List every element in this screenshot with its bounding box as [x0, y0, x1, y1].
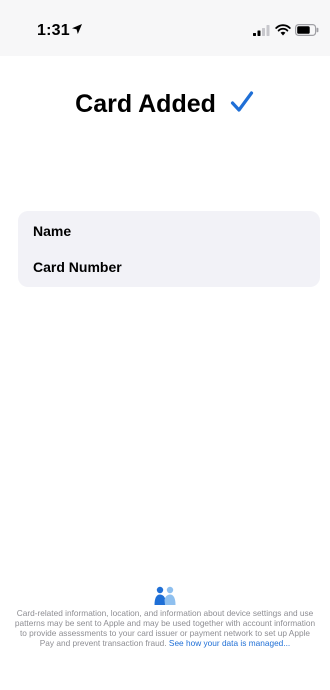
privacy-disclosure: Card-related information, location, and …: [14, 608, 316, 648]
privacy-handshake-icon: [154, 586, 176, 605]
card-name-label: Name: [33, 223, 72, 239]
checkmark-icon: [230, 91, 253, 112]
location-arrow-icon: [72, 24, 82, 34]
page-title: Card Added: [0, 89, 330, 119]
status-time: 1:31: [37, 22, 70, 39]
data-management-link[interactable]: See how your data is managed...: [169, 638, 290, 648]
battery-icon: [295, 24, 319, 36]
cellular-signal-icon: [253, 25, 270, 36]
status-bar: 1:31: [0, 0, 330, 56]
card-number-label: Card Number: [33, 259, 122, 275]
wifi-icon: [275, 24, 291, 36]
card-added-screen: 1:31 Card Added Name Card Number Card-re…: [0, 0, 330, 690]
card-info-panel: Name Card Number: [18, 211, 320, 287]
title-text: Card Added: [75, 89, 216, 118]
